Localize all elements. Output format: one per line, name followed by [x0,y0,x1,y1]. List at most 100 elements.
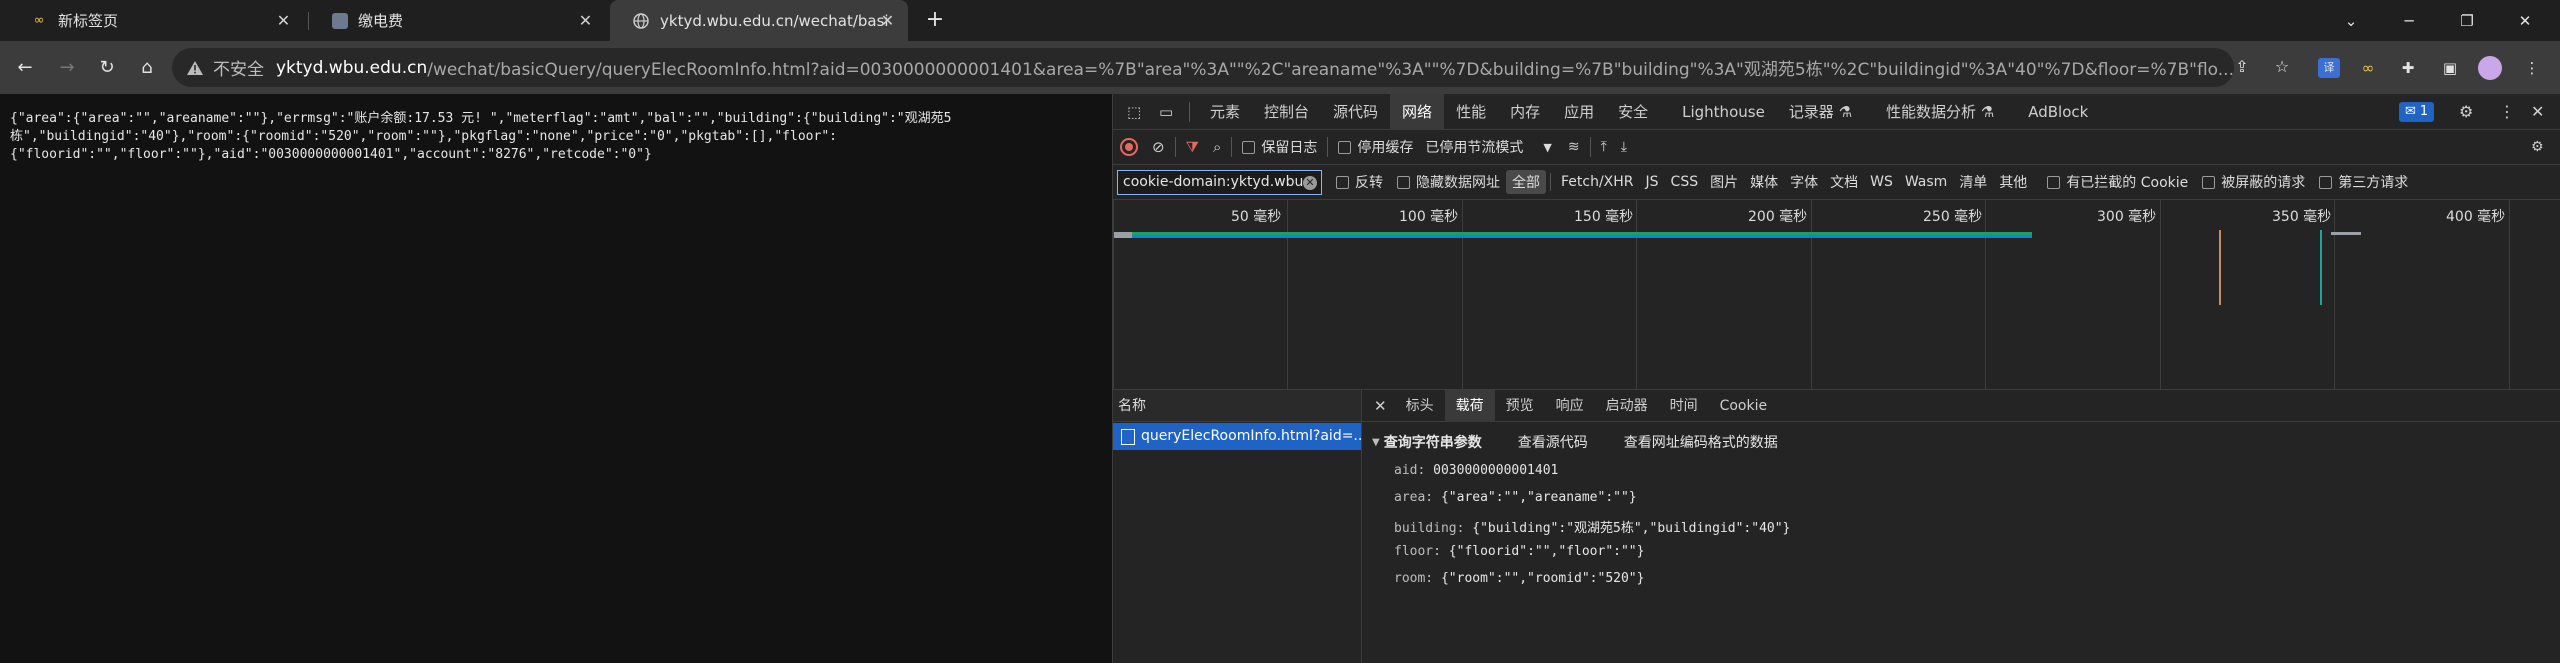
chat-icon: ✉ [2405,104,2416,119]
close-icon[interactable]: ✕ [275,12,292,29]
address-bar[interactable]: 不安全 yktyd.wbu.edu.cn/wechat/basicQuery/q… [172,48,2234,87]
tab-current[interactable]: yktyd.wbu.edu.cn/wechat/basi ✕ [610,0,908,41]
hide-data-urls-checkbox[interactable] [1397,175,1410,189]
minimize-icon[interactable]: ─ [2380,0,2438,41]
tab-pay-electricity[interactable]: 缴电费 ✕ [310,0,606,41]
chevron-down-icon[interactable]: ▼ [1543,141,1551,154]
tab-payload[interactable]: 载荷 [1444,389,1495,422]
reload-icon[interactable]: ↻ [94,55,120,81]
throttle-select[interactable]: 已停用节流模式 [1425,137,1523,157]
filter-bar: cookie-domain:yktyd.wbu.e ✕ 反转 隐藏数据网址 全部… [1113,165,2560,200]
type-filter-css[interactable]: CSS [1665,174,1705,190]
query-params-section[interactable]: ▼ 查询字符串参数 查看源代码 查看网址编码格式的数据 [1372,432,1778,452]
tab-network[interactable]: 网络 [1390,93,1445,130]
invert-checkbox[interactable] [1336,175,1349,189]
tab-recorder[interactable]: 记录器 ⚗ [1777,94,1864,130]
name-column-header[interactable]: 名称 [1113,390,1361,422]
translate-extension-icon[interactable]: 译 [2318,58,2340,78]
type-filter-all[interactable]: 全部 [1506,170,1546,194]
bookmark-star-icon[interactable]: ☆ [2270,55,2294,79]
export-har-icon[interactable]: ⤓ [1621,139,1627,155]
more-menu-icon[interactable]: ⋮ [2520,56,2544,80]
tab-security[interactable]: 安全 [1606,94,1660,130]
type-filter-manifest[interactable]: 清单 [1953,172,1993,192]
request-row-selected[interactable]: queryElecRoomInfo.html?aid=... [1113,423,1361,450]
tab-performance-insights[interactable]: 性能数据分析 ⚗ [1874,94,2006,130]
tab-adblock[interactable]: AdBlock [2016,94,2100,130]
tab-initiator[interactable]: 启动器 [1595,390,1659,422]
param-value: {"building":"观湖苑5栋","buildingid":"40"} [1472,521,1791,536]
close-icon[interactable]: ✕ [577,12,594,29]
infinity-icon: ∞ [33,13,45,28]
tab-search-icon[interactable]: ⌄ [2322,0,2380,41]
tab-console[interactable]: 控制台 [1252,94,1321,130]
device-toolbar-icon[interactable]: ▭ [1159,103,1179,121]
view-url-encoded-link[interactable]: 查看网址编码格式的数据 [1624,432,1778,452]
record-icon[interactable] [1120,138,1138,156]
network-conditions-icon[interactable]: ≋ [1568,139,1580,155]
import-har-icon[interactable]: ⤒ [1601,139,1607,155]
home-icon[interactable]: ⌂ [134,55,160,81]
type-filter-media[interactable]: 媒体 [1744,172,1784,192]
forward-icon[interactable]: → [54,55,80,81]
tab-response[interactable]: 响应 [1545,390,1595,422]
clear-filter-icon[interactable]: ✕ [1303,175,1317,190]
tab-memory[interactable]: 内存 [1498,94,1552,130]
third-party-checkbox[interactable] [2319,175,2333,189]
type-filter-fetch[interactable]: Fetch/XHR [1555,174,1640,190]
search-icon[interactable]: ⌕ [1213,138,1221,156]
tab-preview[interactable]: 预览 [1495,390,1545,422]
disable-cache-checkbox[interactable] [1338,140,1352,154]
view-source-link[interactable]: 查看源代码 [1518,432,1588,452]
tab-cookies[interactable]: Cookie [1709,390,1779,422]
tab-timing[interactable]: 时间 [1659,390,1709,422]
warning-icon[interactable] [186,57,205,79]
more-options-icon[interactable]: ⋮ [2499,102,2515,121]
filter-funnel-icon[interactable]: ⧩ [1186,138,1199,156]
timeline-gridline [1811,200,1812,390]
clear-icon[interactable]: ⊘ [1152,138,1165,156]
tab-new-tab[interactable]: ∞ 新标签页 ✕ [8,0,304,41]
tab-performance[interactable]: 性能 [1444,94,1498,130]
divider [1174,137,1176,157]
preserve-log-checkbox[interactable] [1242,140,1256,154]
type-filter-wasm[interactable]: Wasm [1899,174,1953,190]
blocked-requests-checkbox[interactable] [2202,175,2216,189]
tab-separator [308,12,309,30]
filter-input[interactable]: cookie-domain:yktyd.wbu.e ✕ [1117,169,1322,195]
tab-application[interactable]: 应用 [1552,94,1606,130]
extensions-puzzle-icon[interactable]: ✚ [2396,56,2420,80]
type-filter-doc[interactable]: 文档 [1824,172,1864,192]
restore-icon[interactable]: ❐ [2438,0,2496,41]
close-icon[interactable]: ✕ [879,12,896,29]
issues-badge[interactable]: ✉ 1 [2399,102,2435,122]
type-filter-font[interactable]: 字体 [1784,172,1824,192]
image-icon [332,12,348,29]
new-tab-button[interactable]: + [922,7,948,33]
settings-gear-icon[interactable]: ⚙ [2459,102,2473,121]
blocked-cookies-checkbox[interactable] [2047,175,2061,189]
back-icon[interactable]: ← [12,55,38,81]
type-filter-js[interactable]: JS [1640,174,1665,190]
type-filter-img[interactable]: 图片 [1704,172,1744,192]
type-filter-other[interactable]: 其他 [1993,172,2033,192]
share-icon[interactable]: ⇪ [2230,55,2254,79]
timeline-start-marker [1113,200,1114,390]
close-detail-icon[interactable]: ✕ [1374,397,1387,415]
network-settings-icon[interactable]: ⚙ [2531,139,2544,155]
tab-elements[interactable]: 元素 [1198,94,1252,130]
type-filter-ws[interactable]: WS [1864,174,1899,190]
avatar[interactable] [2478,56,2502,80]
filter-value: cookie-domain:yktyd.wbu.e [1123,174,1317,190]
close-devtools-icon[interactable]: ✕ [2531,102,2544,121]
side-panel-icon[interactable]: ▣ [2438,56,2462,80]
expand-triangle-icon[interactable]: ▼ [1372,437,1380,448]
window-close-icon[interactable]: ✕ [2496,0,2554,41]
infinity-extension-icon[interactable]: ∞ [2356,56,2380,80]
network-overview-timeline[interactable]: 50 毫秒 100 毫秒 150 毫秒 200 毫秒 250 毫秒 300 毫秒… [1113,200,2560,390]
inspect-element-icon[interactable]: ⬚ [1127,103,1147,121]
tab-headers[interactable]: 标头 [1395,390,1445,422]
tab-sources[interactable]: 源代码 [1321,94,1390,130]
tab-lighthouse[interactable]: Lighthouse [1670,94,1777,130]
blocked-requests-label: 被屏蔽的请求 [2221,175,2306,191]
